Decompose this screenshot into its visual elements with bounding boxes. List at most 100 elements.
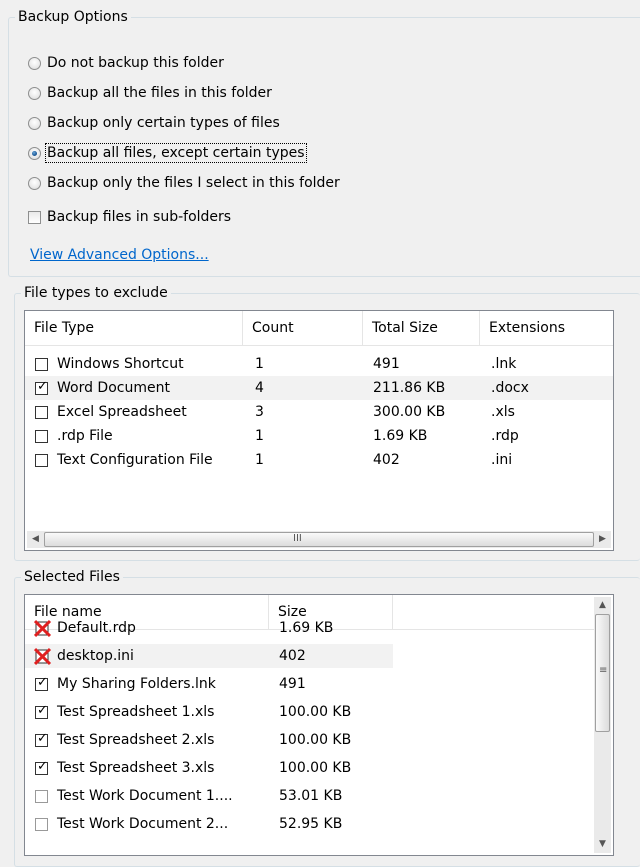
- extension-cell: .ini: [491, 452, 513, 468]
- list-item[interactable]: Test Work Document 2... 52.95 KB: [25, 812, 393, 836]
- radio-do-not-backup[interactable]: Do not backup this folder: [28, 52, 224, 74]
- extension-cell: .docx: [491, 380, 529, 396]
- scroll-up-arrow-icon[interactable]: ▲: [594, 597, 611, 614]
- table-row[interactable]: ✓ Word Document 4 211.86 KB .docx: [25, 376, 613, 400]
- vertical-scrollbar[interactable]: ▲ ≡ ▼: [594, 597, 611, 853]
- count-cell: 4: [255, 380, 264, 396]
- excluded-mark-icon: [34, 647, 52, 666]
- file-size-cell: 100.00 KB: [279, 732, 352, 748]
- horizontal-scroll-thumb[interactable]: III: [44, 532, 594, 547]
- radio-label: Backup only certain types of files: [47, 115, 280, 131]
- scroll-grip-icon: ≡: [599, 665, 608, 676]
- table-row[interactable]: Excel Spreadsheet 3 300.00 KB .xls: [25, 400, 613, 424]
- file-name-cell: Test Spreadsheet 1.xls: [57, 704, 215, 720]
- file-types-header: File Type Count Total Size Extensions: [25, 311, 613, 346]
- list-item[interactable]: ✓ Test Spreadsheet 2.xls 100.00 KB: [25, 728, 393, 752]
- radio-backup-selected-files[interactable]: Backup only the files I select in this f…: [28, 172, 340, 194]
- file-type-cell: Excel Spreadsheet: [57, 404, 187, 420]
- checkbox[interactable]: [35, 406, 48, 419]
- checkbox-checked[interactable]: ✓: [35, 379, 48, 395]
- file-types-title: File types to exclude: [21, 284, 171, 302]
- radio-backup-all[interactable]: Backup all the files in this folder: [28, 82, 272, 104]
- column-header-count[interactable]: Count: [243, 311, 363, 345]
- column-header-total-size[interactable]: Total Size: [363, 311, 480, 345]
- checkbox[interactable]: [35, 430, 48, 443]
- selected-files-list[interactable]: File name Size Default.rdp 1.69 KB deskt…: [24, 594, 614, 856]
- backup-options-title: Backup Options: [15, 8, 131, 26]
- radio-label: Do not backup this folder: [47, 55, 224, 71]
- checkbox[interactable]: [35, 454, 48, 467]
- count-cell: 1: [255, 356, 264, 372]
- checkbox-sub-folders[interactable]: Backup files in sub-folders: [28, 206, 231, 228]
- file-size-cell: 1.69 KB: [279, 620, 334, 636]
- file-type-cell: Text Configuration File: [57, 452, 213, 468]
- scroll-right-arrow-icon[interactable]: ▶: [594, 531, 611, 548]
- list-item[interactable]: desktop.ini 402: [25, 644, 393, 668]
- radio-backup-certain-types[interactable]: Backup only certain types of files: [28, 112, 280, 134]
- table-row[interactable]: Windows Shortcut 1 491 .lnk: [25, 352, 516, 376]
- vertical-scroll-thumb[interactable]: ≡: [595, 614, 610, 732]
- file-type-cell: Windows Shortcut: [57, 356, 184, 372]
- file-name-cell: Default.rdp: [57, 620, 136, 636]
- list-item[interactable]: ✓ Test Spreadsheet 3.xls 100.00 KB: [25, 756, 393, 780]
- radio-button[interactable]: [28, 116, 41, 130]
- view-advanced-options-link[interactable]: View Advanced Options...: [30, 247, 209, 263]
- check-mark-icon: ✓: [37, 675, 48, 690]
- list-item[interactable]: Test Work Document 1.... 53.01 KB: [25, 784, 393, 808]
- file-size-cell: 100.00 KB: [279, 760, 352, 776]
- horizontal-scrollbar[interactable]: ◀ III ▶: [27, 531, 611, 548]
- total-size-cell: 211.86 KB: [373, 380, 446, 396]
- checkbox[interactable]: [35, 818, 48, 831]
- checkbox-label: Backup files in sub-folders: [47, 209, 232, 225]
- checkbox-checked[interactable]: ✓: [35, 759, 48, 775]
- check-mark-icon: ✓: [37, 379, 48, 394]
- count-cell: 1: [255, 428, 264, 444]
- table-row[interactable]: .rdp File 1 1.69 KB .rdp: [25, 424, 613, 448]
- list-item[interactable]: ✓ My Sharing Folders.lnk 491: [25, 672, 393, 696]
- file-name-cell: My Sharing Folders.lnk: [57, 676, 216, 692]
- file-name-cell: Test Work Document 1....: [57, 788, 233, 804]
- radio-button[interactable]: [28, 86, 41, 100]
- list-item[interactable]: Default.rdp 1.69 KB: [25, 616, 393, 640]
- file-name-cell: Test Spreadsheet 2.xls: [57, 732, 215, 748]
- selected-files-title: Selected Files: [21, 568, 123, 586]
- radio-button[interactable]: [28, 56, 41, 70]
- file-type-cell: .rdp File: [57, 428, 113, 444]
- checkbox[interactable]: [35, 790, 48, 803]
- count-cell: 1: [255, 452, 264, 468]
- checkbox-checked[interactable]: ✓: [35, 675, 48, 691]
- radio-label: Backup only the files I select in this f…: [47, 175, 340, 191]
- column-header-file-type[interactable]: File Type: [25, 311, 243, 345]
- total-size-cell: 300.00 KB: [373, 404, 446, 420]
- extension-cell: .rdp: [491, 428, 519, 444]
- scroll-left-arrow-icon[interactable]: ◀: [27, 531, 44, 548]
- radio-button[interactable]: [28, 176, 41, 190]
- file-name-cell: Test Work Document 2...: [57, 816, 229, 832]
- total-size-cell: 1.69 KB: [373, 428, 428, 444]
- radio-button-selected[interactable]: [28, 146, 41, 160]
- table-row[interactable]: Text Configuration File 1 402 .ini: [25, 448, 613, 472]
- extension-cell: .xls: [491, 404, 515, 420]
- file-size-cell: 100.00 KB: [279, 704, 352, 720]
- radio-label: Backup all files, except certain types: [45, 143, 307, 163]
- file-name-cell: desktop.ini: [57, 648, 134, 664]
- file-name-cell: Test Spreadsheet 3.xls: [57, 760, 215, 776]
- file-size-cell: 52.95 KB: [279, 816, 343, 832]
- excluded-mark-icon: [34, 619, 52, 638]
- column-header-extensions[interactable]: Extensions: [480, 311, 613, 345]
- radio-label: Backup all the files in this folder: [47, 85, 272, 101]
- file-types-list[interactable]: File Type Count Total Size Extensions Wi…: [24, 310, 614, 551]
- total-size-cell: 491: [373, 356, 400, 372]
- checkbox[interactable]: [35, 358, 48, 371]
- scroll-down-arrow-icon[interactable]: ▼: [594, 836, 611, 853]
- radio-backup-except-types[interactable]: Backup all files, except certain types: [28, 142, 307, 164]
- check-mark-icon: ✓: [37, 759, 48, 774]
- checkbox-checked[interactable]: ✓: [35, 731, 48, 747]
- total-size-cell: 402: [373, 452, 400, 468]
- list-item[interactable]: ✓ Test Spreadsheet 1.xls 100.00 KB: [25, 700, 393, 724]
- scroll-grip-icon: III: [293, 533, 302, 544]
- extension-cell: .lnk: [491, 356, 517, 372]
- count-cell: 3: [255, 404, 264, 420]
- checkbox[interactable]: [28, 210, 41, 224]
- checkbox-checked[interactable]: ✓: [35, 703, 48, 719]
